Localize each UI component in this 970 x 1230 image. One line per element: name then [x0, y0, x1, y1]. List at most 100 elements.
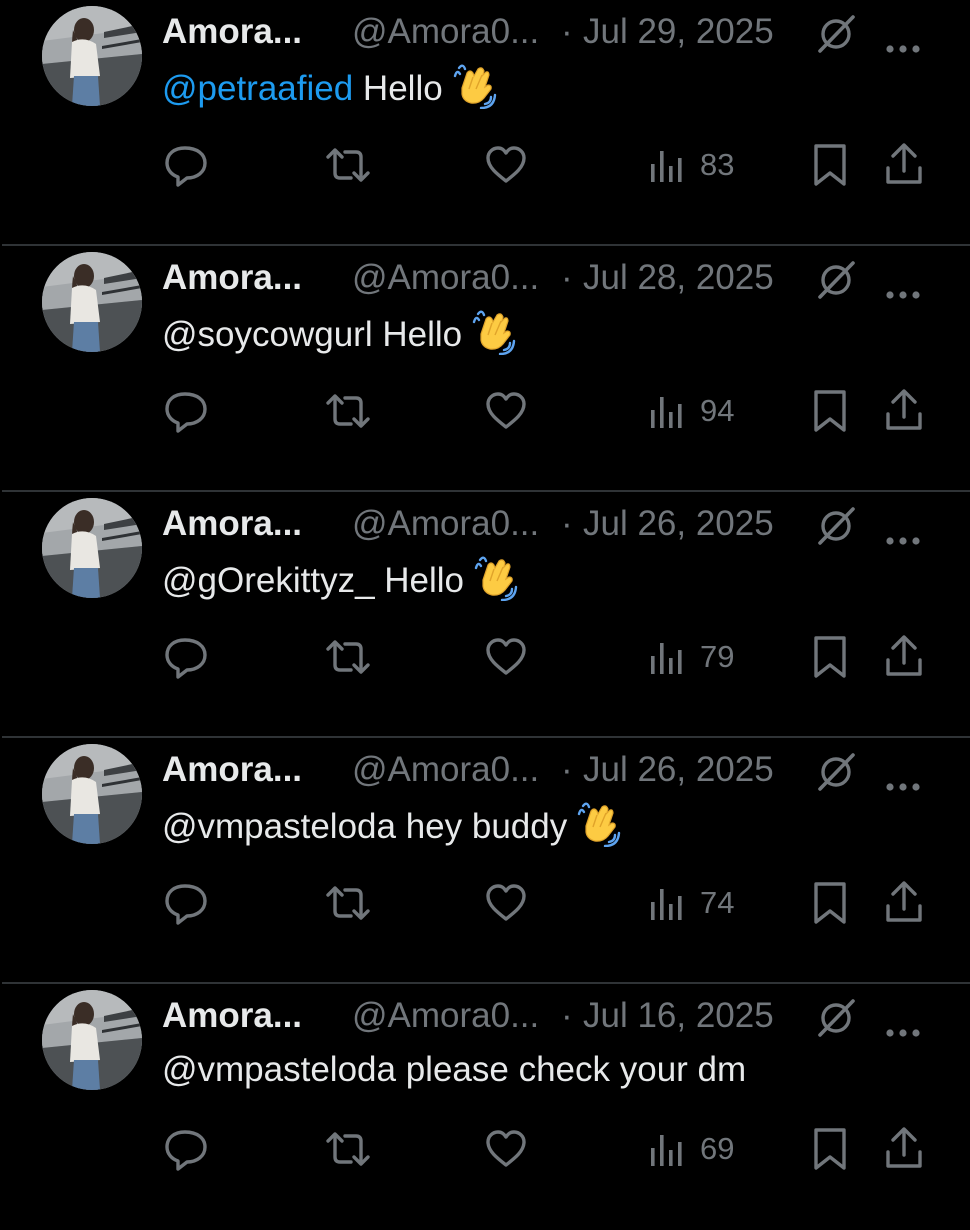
post-date[interactable]: Jul 26, 2025 [583, 502, 774, 546]
reply-icon[interactable] [163, 386, 209, 436]
heart-icon[interactable] [484, 140, 528, 190]
avatar[interactable] [42, 498, 142, 598]
grok-icon[interactable] [816, 997, 856, 1037]
bookmark-icon[interactable] [810, 878, 850, 928]
views-counter[interactable]: 74 [648, 878, 748, 928]
mention-link[interactable]: @soycowgurl [162, 315, 373, 354]
separator-dot: · [561, 258, 573, 297]
retweet-icon[interactable] [324, 878, 372, 928]
share-icon[interactable] [884, 878, 924, 928]
mention-link[interactable]: @petraafied [162, 69, 353, 108]
reply-icon[interactable] [163, 878, 209, 928]
post-text: @gOrekittyz_ Hello [162, 555, 518, 604]
separator-dot: · [561, 504, 573, 543]
views-counter[interactable]: 83 [648, 140, 748, 190]
post-1[interactable]: Amora... @Amora0... · Jul 29, 2025 @petr… [0, 0, 970, 246]
post-text: @soycowgurl Hello [162, 309, 516, 358]
retweet-icon[interactable] [324, 140, 372, 190]
post-date[interactable]: Jul 29, 2025 [583, 10, 774, 54]
post-header: Amora... @Amora0... · Jul 29, 2025 [162, 10, 942, 54]
user-handle[interactable]: @Amora0... [352, 256, 539, 300]
grok-icon[interactable] [816, 259, 856, 299]
reply-icon[interactable] [163, 632, 209, 682]
separator-dot: · [561, 750, 573, 789]
share-icon[interactable] [884, 386, 924, 436]
post-date[interactable]: Jul 26, 2025 [583, 748, 774, 792]
more-dots-icon[interactable] [884, 762, 922, 791]
retweet-icon[interactable] [324, 386, 372, 436]
post-3[interactable]: Amora... @Amora0... · Jul 26, 2025 @gOre… [0, 492, 970, 738]
retweet-icon[interactable] [324, 1124, 372, 1174]
views-chart-icon [651, 1135, 682, 1166]
retweet-icon[interactable] [324, 632, 372, 682]
grok-icon[interactable] [816, 13, 856, 53]
share-icon[interactable] [884, 1124, 924, 1174]
reply-icon[interactable] [163, 1124, 209, 1174]
more-dots-icon[interactable] [884, 24, 922, 53]
action-bar: 94 [0, 386, 970, 436]
views-chart-icon [651, 397, 682, 428]
views-count: 69 [700, 1131, 735, 1166]
heart-icon[interactable] [484, 1124, 528, 1174]
post-text: @vmpasteloda hey buddy [162, 801, 621, 850]
heart-icon[interactable] [484, 632, 528, 682]
user-handle[interactable]: @Amora0... [352, 994, 539, 1038]
user-handle[interactable]: @Amora0... [352, 502, 539, 546]
waving-hand-icon [470, 309, 516, 356]
post-message: hey buddy [395, 807, 568, 846]
views-count: 74 [700, 885, 735, 920]
action-bar: 74 [0, 878, 970, 928]
post-date[interactable]: Jul 28, 2025 [583, 256, 774, 300]
mention-link[interactable]: @vmpasteloda [162, 1050, 396, 1089]
views-counter[interactable]: 69 [648, 1124, 748, 1174]
mention-link[interactable]: @vmpasteloda [162, 807, 396, 846]
post-text: @petraafied Hello [162, 63, 497, 112]
action-bar: 79 [0, 632, 970, 682]
views-chart-icon [651, 151, 682, 182]
post-message: Hello [374, 561, 465, 600]
bookmark-icon[interactable] [810, 632, 850, 682]
heart-icon[interactable] [484, 878, 528, 928]
bookmark-icon[interactable] [810, 1124, 850, 1174]
heart-icon[interactable] [484, 386, 528, 436]
post-date[interactable]: Jul 16, 2025 [583, 994, 774, 1038]
display-name[interactable]: Amora... [162, 748, 302, 792]
timeline-feed: Amora... @Amora0... · Jul 29, 2025 @petr… [0, 0, 970, 1200]
views-counter[interactable]: 94 [648, 386, 748, 436]
display-name[interactable]: Amora... [162, 256, 302, 300]
more-dots-icon[interactable] [884, 1008, 922, 1037]
reply-icon[interactable] [163, 140, 209, 190]
views-count: 94 [700, 393, 735, 428]
post-text: @vmpasteloda please check your dm [162, 1047, 746, 1093]
avatar[interactable] [42, 744, 142, 844]
post-message: please check your dm [395, 1050, 747, 1089]
post-header: Amora... @Amora0... · Jul 26, 2025 [162, 748, 942, 792]
post-4[interactable]: Amora... @Amora0... · Jul 26, 2025 @vmpa… [0, 738, 970, 984]
display-name[interactable]: Amora... [162, 502, 302, 546]
bookmark-icon[interactable] [810, 386, 850, 436]
views-count: 83 [700, 147, 735, 182]
bookmark-icon[interactable] [810, 140, 850, 190]
avatar[interactable] [42, 990, 142, 1090]
views-chart-icon [651, 643, 682, 674]
mention-link[interactable]: @gOrekittyz_ [162, 561, 375, 600]
display-name[interactable]: Amora... [162, 994, 302, 1038]
display-name[interactable]: Amora... [162, 10, 302, 54]
more-dots-icon[interactable] [884, 516, 922, 545]
grok-icon[interactable] [816, 505, 856, 545]
views-counter[interactable]: 79 [648, 632, 748, 682]
user-handle[interactable]: @Amora0... [352, 748, 539, 792]
post-5[interactable]: Amora... @Amora0... · Jul 16, 2025 @vmpa… [0, 984, 970, 1230]
share-icon[interactable] [884, 632, 924, 682]
more-dots-icon[interactable] [884, 270, 922, 299]
avatar[interactable] [42, 6, 142, 106]
share-icon[interactable] [884, 140, 924, 190]
user-handle[interactable]: @Amora0... [352, 10, 539, 54]
separator-dot: · [561, 996, 573, 1035]
post-2[interactable]: Amora... @Amora0... · Jul 28, 2025 @soyc… [0, 246, 970, 492]
waving-hand-icon [575, 801, 621, 848]
post-message: Hello [372, 315, 463, 354]
post-header: Amora... @Amora0... · Jul 28, 2025 [162, 256, 942, 300]
avatar[interactable] [42, 252, 142, 352]
grok-icon[interactable] [816, 751, 856, 791]
